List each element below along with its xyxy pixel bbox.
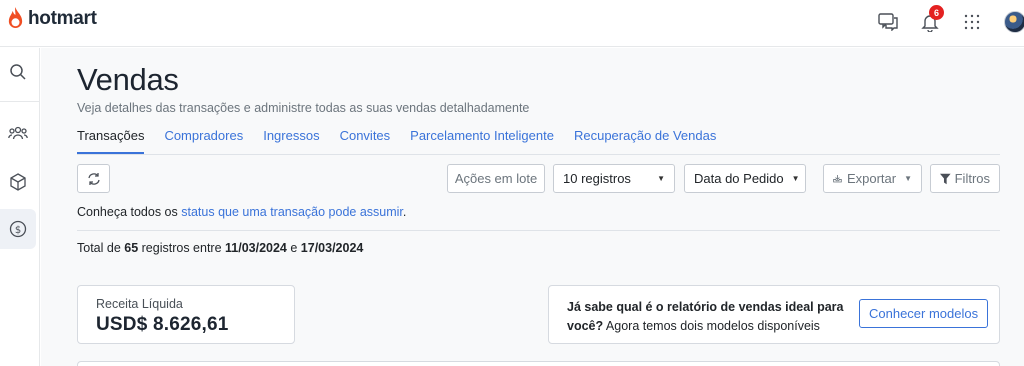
top-bar: hotmart 6 [0, 0, 1024, 47]
records-per-page-select[interactable]: 10 registros ▼ [553, 164, 675, 193]
total-end-date: 17/03/2024 [300, 241, 364, 255]
status-info-suffix: . [402, 205, 407, 219]
svg-text:$: $ [15, 225, 21, 236]
download-tray-icon [833, 174, 842, 183]
date-type-select[interactable]: Data do Pedido ▼ [684, 164, 806, 193]
chevron-down-icon: ▼ [657, 174, 665, 183]
total-records-text: Total de 65 registros entre 11/03/2024 e… [77, 241, 363, 255]
page-title: Vendas [77, 62, 179, 97]
refresh-icon [87, 172, 100, 185]
chevron-down-icon: ▼ [904, 174, 912, 183]
user-avatar[interactable] [1004, 11, 1024, 33]
box-icon[interactable] [0, 162, 36, 202]
net-revenue-card: Receita Líquida USD$ 8.626,61 [77, 285, 295, 344]
net-revenue-label: Receita Líquida [96, 297, 183, 311]
total-start-date: 11/03/2024 [225, 241, 287, 255]
tab-ingressos[interactable]: Ingressos [263, 128, 319, 154]
reports-promo-card: Já sabe qual é o relatório de vendas ide… [548, 285, 1000, 344]
info-divider [77, 230, 1000, 231]
total-middle: registros entre [138, 241, 226, 255]
tab-convites[interactable]: Convites [340, 128, 391, 154]
total-prefix: Total de [77, 241, 125, 255]
net-revenue-value: USD$ 8.626,61 [96, 314, 229, 335]
tabs-divider [77, 154, 1000, 155]
status-info-prefix: Conheça todos os [77, 205, 182, 219]
chat-icon[interactable] [876, 10, 900, 34]
page-subtitle: Veja detalhes das transações e administr… [77, 101, 530, 115]
transactions-table-card [77, 361, 1000, 366]
search-icon[interactable] [0, 52, 36, 92]
apps-grid-icon[interactable] [960, 10, 984, 34]
notification-badge: 6 [929, 5, 944, 20]
sales-dollar-icon[interactable]: $ [0, 209, 36, 249]
date-select-value: Data do Pedido [694, 171, 784, 186]
refresh-button[interactable] [77, 164, 110, 193]
users-icon[interactable] [0, 113, 36, 153]
total-conjunction: e [286, 241, 301, 255]
status-info-link[interactable]: status que uma transação pode assumir [181, 205, 403, 219]
reports-promo-text: Já sabe qual é o relatório de vendas ide… [567, 298, 847, 336]
main-content: Vendas Veja detalhes das transações e ad… [41, 48, 1024, 366]
filters-button[interactable]: Filtros [930, 164, 1000, 193]
total-count: 65 [124, 241, 139, 255]
tab-recuperacao-de-vendas[interactable]: Recuperação de Vendas [574, 128, 716, 154]
flame-icon [8, 7, 23, 28]
export-button[interactable]: Exportar ▼ [823, 164, 922, 193]
status-info-text: Conheça todos os status que uma transaçã… [77, 205, 406, 219]
reports-promo-description: Agora temos dois modelos disponíveis [603, 319, 820, 333]
tab-parcelamento-inteligente[interactable]: Parcelamento Inteligente [410, 128, 554, 154]
tabs: Transações Compradores Ingressos Convite… [77, 128, 736, 154]
bulk-actions-button[interactable]: Ações em lote [447, 164, 545, 193]
filters-label: Filtros [954, 171, 990, 186]
sidebar: $ [0, 48, 40, 366]
discover-models-button[interactable]: Conhecer modelos [859, 299, 989, 328]
brand-name: hotmart [28, 7, 97, 29]
export-label: Exportar [846, 171, 897, 186]
records-select-value: 10 registros [563, 171, 631, 186]
tab-transacoes[interactable]: Transações [77, 128, 145, 154]
sidebar-divider [0, 101, 40, 102]
hotmart-logo[interactable]: hotmart [6, 6, 97, 31]
chevron-down-icon: ▼ [791, 174, 800, 183]
filter-icon [940, 173, 951, 184]
tab-compradores[interactable]: Compradores [164, 128, 243, 154]
